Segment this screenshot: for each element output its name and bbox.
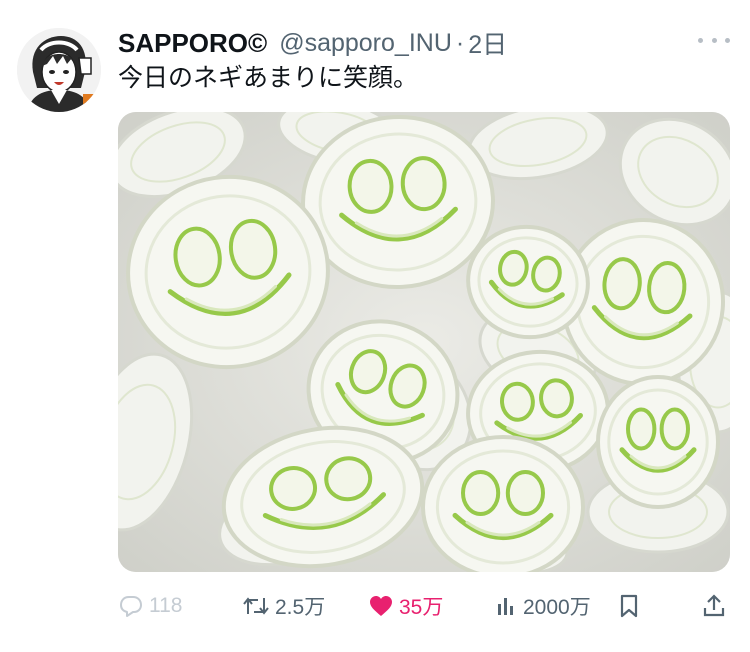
avatar[interactable]: [17, 28, 101, 112]
views-icon: [498, 598, 513, 615]
reply-icon: [120, 596, 142, 617]
retweet-icon: [243, 597, 269, 615]
separator-dot: ·: [455, 28, 465, 57]
views-button[interactable]: 2000万: [496, 588, 591, 624]
share-button[interactable]: [702, 588, 726, 624]
action-bar: 118 2.5万 35万 2000万: [118, 588, 730, 624]
bookmark-button[interactable]: [618, 588, 640, 624]
reply-count: 118: [149, 594, 183, 617]
timestamp[interactable]: 2日: [468, 25, 507, 61]
tweet-text: 今日のネギあまりに笑顔。: [118, 63, 419, 92]
views-count: 2000万: [523, 596, 591, 619]
retweet-count: 2.5万: [275, 596, 326, 619]
tweet-photo[interactable]: [118, 112, 730, 572]
bookmark-icon: [620, 594, 638, 618]
author-handle[interactable]: @sapporo_INU: [279, 29, 452, 58]
tweet-header: SAPPORO© @sapporo_INU · 2日: [118, 26, 730, 60]
retweet-button[interactable]: 2.5万: [242, 588, 325, 624]
heart-icon: [370, 596, 392, 616]
more-options-icon[interactable]: [698, 30, 730, 50]
like-count: 35万: [399, 596, 444, 619]
tweet[interactable]: SAPPORO© @sapporo_INU · 2日 今日のネギあまりに笑顔。 …: [0, 0, 750, 652]
author-name[interactable]: SAPPORO©: [118, 28, 267, 59]
like-button[interactable]: 35万: [368, 588, 443, 624]
share-icon: [703, 594, 725, 617]
reply-button[interactable]: 118: [118, 588, 182, 624]
